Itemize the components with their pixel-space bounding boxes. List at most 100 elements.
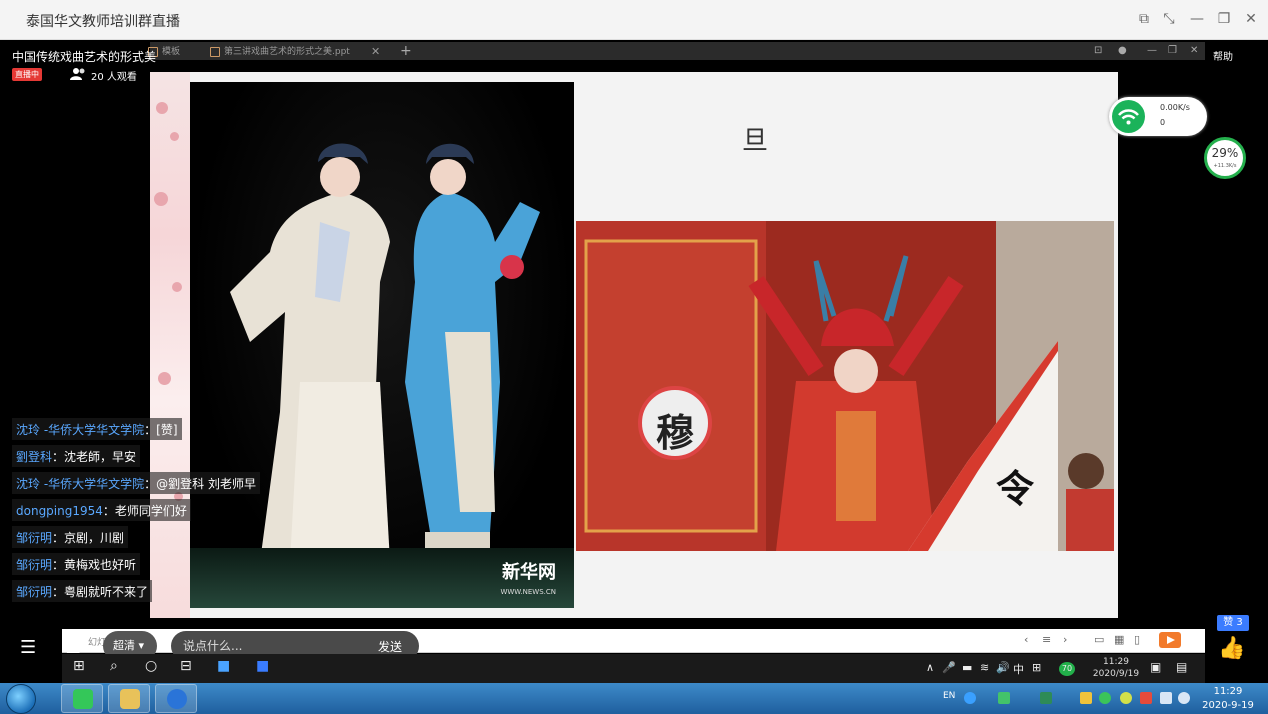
chat-message: 邹衍明：黄梅戏也好听 — [12, 553, 141, 575]
chat-username[interactable]: 邹衍明 — [16, 531, 52, 545]
app-icon[interactable]: ■ — [217, 658, 230, 674]
close-tab-icon[interactable]: ✕ — [371, 44, 380, 60]
ime-language[interactable]: 中 — [1013, 661, 1024, 677]
ppt-restore-icon[interactable]: ❐ — [1168, 43, 1177, 59]
cortana-icon[interactable]: ○ — [145, 658, 157, 674]
tray-chevron-icon[interactable]: ∧ — [926, 661, 934, 674]
photo-watermark: 新华网 — [502, 562, 556, 583]
prev-slide-icon[interactable]: ‹ — [1024, 633, 1028, 646]
clock-date: 2020-9-19 — [1202, 700, 1254, 711]
remote-taskbar: ⊞ ⌕ ○ ⊟ ■ ■ ∧ 🎤 ▬ ≋ 🔊 中 ⊞ 70 11:29 2020/… — [62, 654, 1205, 683]
input-language[interactable]: EN — [943, 691, 955, 701]
banner-disc: 穆 — [638, 386, 712, 460]
minimize-icon[interactable]: — — [1186, 8, 1208, 30]
chat-username[interactable]: 邹衍明 — [16, 558, 52, 572]
cpu-percent: 29% — [1211, 146, 1239, 160]
cpu-usage-widget[interactable]: 29% +11.3K/s — [1204, 137, 1246, 179]
add-tab-icon[interactable]: + — [400, 42, 412, 60]
chat-username[interactable]: 邹衍明 — [16, 585, 52, 599]
live-stream-area: 模板 第三讲戏曲艺术的形式之美.ppt ✕ + ⊡ ● — ❐ ✕ 中国传统戏曲… — [0, 40, 1268, 683]
search-icon[interactable]: ⌕ — [110, 658, 118, 674]
banner-character: 穆 — [655, 411, 694, 455]
reading-view-icon[interactable]: ▯ — [1134, 633, 1140, 646]
play-slideshow-button[interactable] — [1159, 632, 1181, 648]
maximize-icon[interactable]: ❐ — [1213, 8, 1235, 30]
screen: 泰国华文教师培训群直播 ⧉ ⤡ — ❐ ✕ 模板 第三讲戏曲艺术的形式之美.pp… — [0, 0, 1268, 714]
chat-text: 京剧，川剧 — [64, 531, 125, 545]
chat-message: dongping1954：老师同学们好 — [12, 499, 191, 521]
wifi-icon[interactable] — [998, 692, 1010, 704]
window-titlebar: 泰国华文教师培训群直播 ⧉ ⤡ — ❐ ✕ — [0, 0, 1268, 40]
taskbar-app-wechat[interactable] — [61, 684, 103, 713]
chat-message: 邹衍明：京剧，川剧 — [12, 526, 129, 548]
opera-photo-two-actresses: 新华网 WWW.NEWS.CN — [190, 82, 574, 608]
help-icon[interactable] — [964, 692, 976, 704]
send-button[interactable]: 发送 — [378, 638, 402, 655]
shield-icon[interactable] — [1080, 692, 1092, 704]
taskbar-app-explorer[interactable] — [108, 684, 150, 713]
chat-username[interactable]: 劉登科 — [16, 450, 52, 464]
action-center-icon[interactable]: ▤ — [1176, 660, 1187, 674]
ppt-minimize-icon[interactable]: — — [1147, 43, 1157, 59]
wechat-tray-icon[interactable] — [1099, 692, 1111, 704]
flag-icon[interactable] — [1140, 692, 1152, 704]
app-icon — [167, 689, 187, 709]
grid-view-icon[interactable]: ▦ — [1114, 633, 1124, 646]
wechat-icon — [73, 689, 93, 709]
quality-label: 超清 — [113, 639, 135, 652]
slide-list-icon[interactable]: ≡ — [1042, 633, 1051, 646]
chat-message: 邹衍明：粤剧就听不来了 — [12, 580, 153, 602]
ime-mode-icon[interactable]: ⊞ — [1032, 661, 1041, 674]
chat-username[interactable]: 沈玲 -华侨大学华文学院 — [16, 423, 144, 437]
photo-watermark-url: WWW.NEWS.CN — [500, 588, 556, 596]
help-link[interactable]: 帮助 — [1213, 48, 1233, 63]
taskbar-app-feishu[interactable] — [155, 684, 197, 713]
close-icon[interactable]: ✕ — [1240, 8, 1262, 30]
viewers-icon — [70, 68, 85, 80]
windows-logo-icon[interactable]: ⊞ — [73, 658, 85, 674]
fullscreen-icon[interactable]: ⤡ — [1158, 8, 1180, 30]
chat-list-icon[interactable]: ☰ — [20, 637, 36, 658]
page-number-icon[interactable]: ⊡ — [1094, 43, 1102, 59]
network-count: 0 — [1160, 118, 1166, 127]
security-badge[interactable]: 70 — [1059, 662, 1075, 676]
volume-icon[interactable]: 🔊 — [996, 661, 1010, 674]
chat-username[interactable]: 沈玲 -华侨大学华文学院 — [16, 477, 144, 491]
start-button[interactable] — [6, 684, 36, 714]
battery-icon[interactable]: ▬ — [962, 661, 972, 674]
ppt-tab-current[interactable]: 第三讲戏曲艺术的形式之美.ppt — [208, 44, 388, 60]
network-speed: 0.00K/s — [1160, 103, 1190, 112]
taskbar-clock[interactable]: 11:29 2020-9-19 — [1200, 685, 1256, 713]
volume-icon[interactable] — [1178, 692, 1190, 704]
app-tray-icon[interactable] — [1120, 692, 1132, 704]
thumbs-up-icon[interactable]: 👍 — [1218, 636, 1246, 664]
next-slide-icon[interactable]: › — [1063, 633, 1067, 646]
network-speed-widget[interactable]: 0.00K/s 0 — [1109, 97, 1207, 136]
chat-message: 沈玲 -华侨大学华文学院：[赞] — [12, 418, 182, 440]
microphone-icon[interactable]: 🎤 — [942, 661, 956, 674]
notification-icon[interactable]: ▣ — [1150, 660, 1161, 674]
chat-message: 沈玲 -华侨大学华文学院：@劉登科 刘老师早 — [12, 472, 260, 494]
restore-icon[interactable]: ⧉ — [1133, 8, 1155, 30]
wifi-icon[interactable]: ≋ — [980, 661, 989, 674]
window-title: 泰国华文教师培训群直播 — [26, 14, 180, 30]
normal-view-icon[interactable]: ▭ — [1094, 633, 1104, 646]
folder-icon — [120, 689, 140, 709]
chat-text: @劉登科 刘老师早 — [156, 477, 256, 491]
document-icon — [210, 47, 220, 57]
chat-username[interactable]: dongping1954 — [16, 504, 103, 518]
chat-text: 老师同学们好 — [114, 504, 187, 518]
task-view-icon[interactable]: ⊟ — [180, 658, 192, 674]
opera-photo-mu-guiying: 令 穆 — [576, 221, 1114, 551]
wps-writer-icon[interactable]: ■ — [256, 658, 269, 674]
ppt-slide: 新华网 WWW.NEWS.CN 旦 令 穆 — [150, 72, 1118, 618]
live-status-badge: 直播中 — [12, 68, 42, 81]
app-tray-icon[interactable] — [1040, 692, 1052, 704]
chat-input[interactable] — [183, 637, 363, 655]
user-avatar-icon[interactable]: ● — [1118, 43, 1127, 59]
ppt-close-icon[interactable]: ✕ — [1190, 43, 1198, 59]
remote-date: 2020/9/19 — [1092, 669, 1140, 679]
network-icon[interactable] — [1160, 692, 1172, 704]
remote-time: 11:29 — [1103, 657, 1129, 667]
chat-text: 黄梅戏也好听 — [64, 558, 137, 572]
